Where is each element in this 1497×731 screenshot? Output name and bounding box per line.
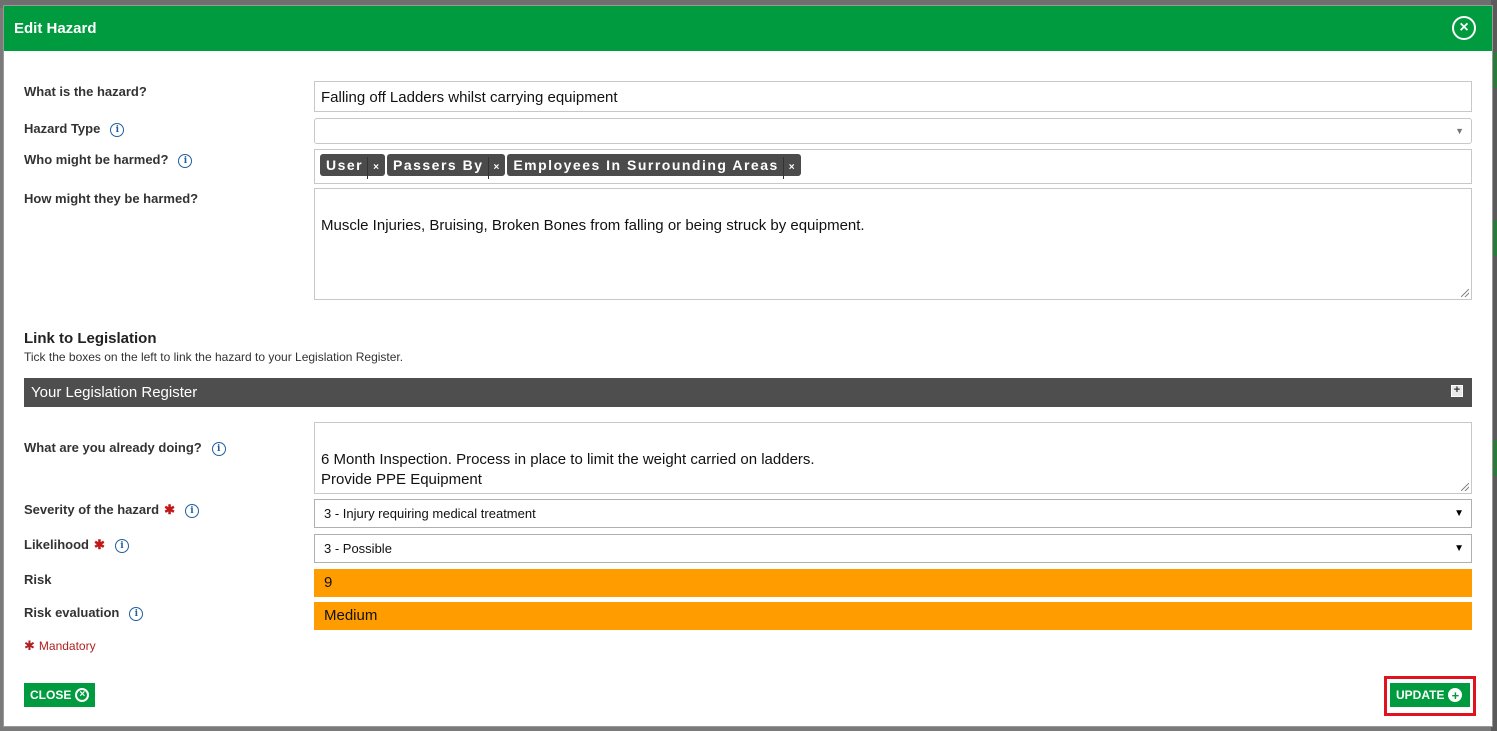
legislation-subtitle: Tick the boxes on the left to link the h… bbox=[24, 350, 404, 364]
severity-select[interactable]: 3 - Injury requiring medical treatment ▼ bbox=[314, 499, 1472, 528]
tag-employees: Employees In Surrounding Areas × bbox=[507, 154, 801, 179]
risk-evaluation-value: Medium bbox=[314, 602, 1472, 630]
dialog-title: Edit Hazard bbox=[14, 20, 97, 37]
update-button-label: UPDATE bbox=[1396, 688, 1445, 702]
close-button[interactable]: CLOSE × bbox=[24, 683, 96, 707]
remove-tag-icon[interactable]: × bbox=[487, 157, 499, 179]
likelihood-label: Likelihood ✱ i bbox=[24, 537, 129, 553]
legislation-register-panel[interactable]: Your Legislation Register + bbox=[24, 378, 1472, 407]
resize-handle-icon[interactable] bbox=[1461, 483, 1469, 491]
close-dialog-icon[interactable]: × bbox=[1452, 16, 1476, 40]
update-button[interactable]: UPDATE + bbox=[1390, 683, 1470, 707]
hazard-type-label: Hazard Type i bbox=[24, 121, 125, 137]
hazard-label: What is the hazard? bbox=[24, 84, 147, 99]
mandatory-note: ✱ Mandatory bbox=[24, 638, 96, 653]
required-star-icon: ✱ bbox=[164, 502, 176, 517]
already-doing-textarea[interactable]: 6 Month Inspection. Process in place to … bbox=[314, 422, 1472, 494]
dialog-header: Edit Hazard × bbox=[4, 6, 1492, 51]
info-icon[interactable]: i bbox=[114, 539, 129, 553]
risk-evaluation-label: Risk evaluation i bbox=[24, 605, 144, 621]
risk-label: Risk bbox=[24, 572, 52, 587]
info-icon[interactable]: i bbox=[185, 504, 200, 518]
tag-user: User × bbox=[320, 154, 385, 179]
plus-circle-icon: + bbox=[1448, 688, 1463, 702]
hazard-input[interactable]: Falling off Ladders whilst carrying equi… bbox=[314, 81, 1472, 112]
close-button-label: CLOSE bbox=[30, 688, 72, 702]
remove-tag-icon[interactable]: × bbox=[367, 157, 379, 179]
required-star-icon: ✱ bbox=[24, 638, 35, 653]
info-icon[interactable]: i bbox=[110, 123, 125, 137]
legislation-heading: Link to Legislation bbox=[24, 330, 157, 347]
likelihood-select[interactable]: 3 - Possible ▼ bbox=[314, 534, 1472, 563]
chevron-down-icon: ▼ bbox=[1455, 126, 1464, 136]
dropdown-arrow-icon: ▼ bbox=[1454, 543, 1464, 554]
tag-passers-by: Passers By × bbox=[386, 154, 506, 179]
who-harmed-label: Who might be harmed? i bbox=[24, 152, 193, 168]
how-harmed-label: How might they be harmed? bbox=[24, 191, 199, 206]
resize-handle-icon[interactable] bbox=[1461, 289, 1469, 297]
severity-label: Severity of the hazard ✱ i bbox=[24, 502, 200, 518]
close-circle-icon: × bbox=[75, 688, 90, 702]
register-title: Your Legislation Register bbox=[31, 384, 198, 401]
dropdown-arrow-icon: ▼ bbox=[1454, 508, 1464, 519]
hazard-type-select[interactable]: ▼ bbox=[314, 118, 1472, 144]
info-icon[interactable]: i bbox=[211, 442, 226, 456]
expand-icon[interactable]: + bbox=[1451, 385, 1463, 397]
required-star-icon: ✱ bbox=[94, 537, 105, 552]
how-harmed-textarea[interactable]: Muscle Injuries, Bruising, Broken Bones … bbox=[314, 188, 1472, 300]
remove-tag-icon[interactable]: × bbox=[782, 157, 795, 179]
already-doing-label: What are you already doing? i bbox=[24, 440, 226, 456]
edit-hazard-dialog: Edit Hazard × What is the hazard? Fallin… bbox=[3, 5, 1493, 727]
info-icon[interactable]: i bbox=[178, 154, 193, 168]
risk-value: 9 bbox=[314, 569, 1472, 597]
info-icon[interactable]: i bbox=[129, 607, 144, 621]
who-harmed-tags-input[interactable]: User × Passers By × Employees In Surrounding… bbox=[314, 149, 1472, 184]
